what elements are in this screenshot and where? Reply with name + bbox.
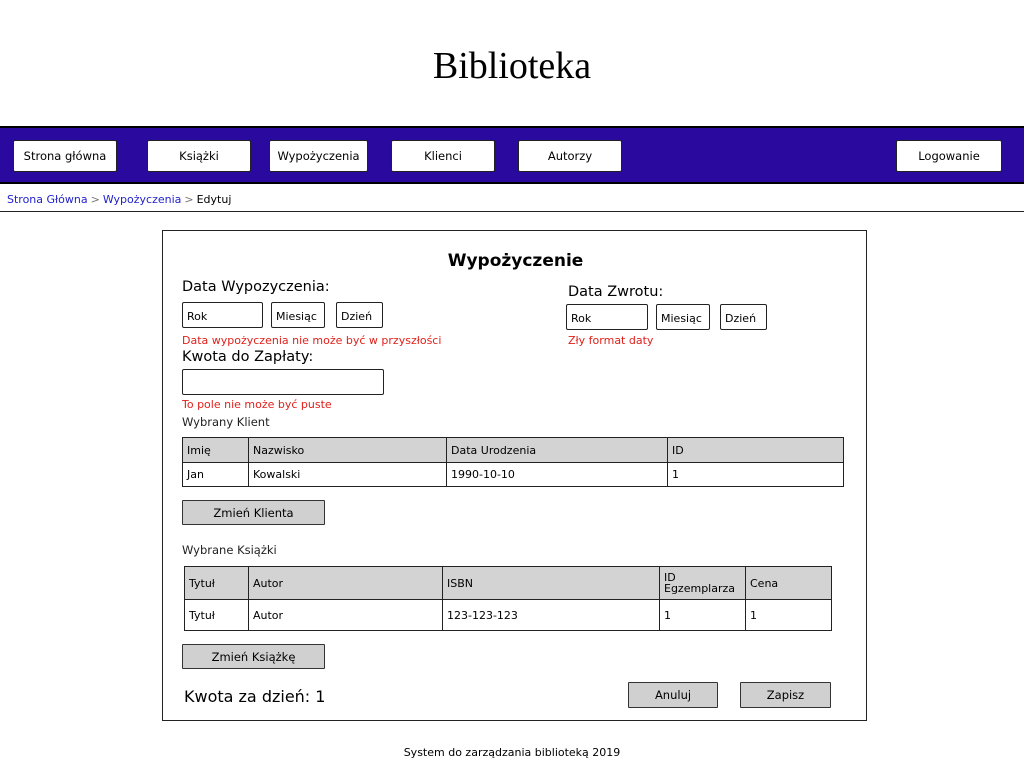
save-button[interactable]: Zapisz xyxy=(740,682,831,708)
client-last-name-cell: Kowalski xyxy=(248,462,447,487)
breadcrumb-separator: > xyxy=(184,193,194,206)
breadcrumb-separator: > xyxy=(90,193,100,206)
client-first-name-cell: Jan xyxy=(182,462,249,487)
site-title: Biblioteka xyxy=(432,45,592,87)
client-header-last-name: Nazwisko xyxy=(248,437,447,463)
amount-error: To pole nie może być puste xyxy=(182,398,332,411)
nav-home-button[interactable]: Strona główna xyxy=(13,140,117,172)
client-id-cell: 1 xyxy=(667,462,844,487)
books-header-copy-id: ID Egzemplarza xyxy=(659,566,746,600)
loan-date-label: Data Wypozyczenia: xyxy=(182,279,330,295)
loan-year-field[interactable]: Rok xyxy=(182,302,263,328)
breadcrumb: Strona Główna > Wypożyczenia > Edytuj xyxy=(0,185,1024,212)
book-title-cell: Tytuł xyxy=(184,599,249,631)
books-header-isbn: ISBN xyxy=(442,566,660,600)
nav-authors-button[interactable]: Autorzy xyxy=(518,140,622,172)
return-date-label: Data Zwrotu: xyxy=(568,284,664,300)
table-row[interactable]: Jan Kowalski 1990-10-10 1 xyxy=(182,462,844,487)
client-birth-date-cell: 1990-10-10 xyxy=(446,462,668,487)
nav-clients-button[interactable]: Klienci xyxy=(391,140,495,172)
table-row[interactable]: Tytuł Autor 123-123-123 1 1 xyxy=(184,599,832,631)
loan-form-panel: Wypożyczenie Data Wypozyczenia: Rok Mies… xyxy=(162,230,867,721)
form-title: Wypożyczenie xyxy=(447,251,584,271)
loan-month-field[interactable]: Miesiąc xyxy=(271,302,325,328)
client-table: Imię Nazwisko Data Urodzenia ID Jan Kowa… xyxy=(182,437,844,487)
footer-text: System do zarządzania biblioteką 2019 xyxy=(403,746,621,759)
client-header-id: ID xyxy=(667,437,844,463)
breadcrumb-current: Edytuj xyxy=(196,193,232,206)
books-header-title: Tytuł xyxy=(184,566,249,600)
books-header-author: Autor xyxy=(248,566,443,600)
daily-rate-text: Kwota za dzień: 1 xyxy=(184,687,326,706)
book-isbn-cell: 123-123-123 xyxy=(442,599,660,631)
amount-label: Kwota do Zapłaty: xyxy=(182,349,314,365)
client-header-first-name: Imię xyxy=(182,437,249,463)
nav-login-button[interactable]: Logowanie xyxy=(896,140,1002,172)
nav-books-button[interactable]: Książki xyxy=(147,140,251,172)
return-month-field[interactable]: Miesiąc xyxy=(656,304,710,330)
change-client-button[interactable]: Zmień Klienta xyxy=(182,500,325,525)
book-price-cell: 1 xyxy=(745,599,832,631)
return-date-error: Zły format daty xyxy=(568,334,654,347)
books-header-price: Cena xyxy=(745,566,832,600)
navbar: Strona główna Książki Wypożyczenia Klien… xyxy=(0,126,1024,184)
cancel-button[interactable]: Anuluj xyxy=(628,682,718,708)
change-book-button[interactable]: Zmień Książkę xyxy=(182,644,325,669)
selected-client-label: Wybrany Klient xyxy=(182,415,270,429)
client-header-birth-date: Data Urodzenia xyxy=(446,437,668,463)
amount-input[interactable] xyxy=(182,369,384,395)
books-table: Tytuł Autor ISBN ID Egzemplarza Cena Tyt… xyxy=(184,566,832,631)
return-day-field[interactable]: Dzień xyxy=(720,304,767,330)
loan-day-field[interactable]: Dzień xyxy=(336,302,383,328)
breadcrumb-home-link[interactable]: Strona Główna xyxy=(7,193,88,206)
selected-books-label: Wybrane Książki xyxy=(182,543,277,557)
loan-date-error: Data wypożyczenia nie może być w przyszł… xyxy=(182,334,442,347)
nav-loans-button[interactable]: Wypożyczenia xyxy=(269,140,368,172)
book-copy-id-cell: 1 xyxy=(659,599,746,631)
return-year-field[interactable]: Rok xyxy=(566,304,648,330)
book-author-cell: Autor xyxy=(248,599,443,631)
breadcrumb-loans-link[interactable]: Wypożyczenia xyxy=(103,193,182,206)
